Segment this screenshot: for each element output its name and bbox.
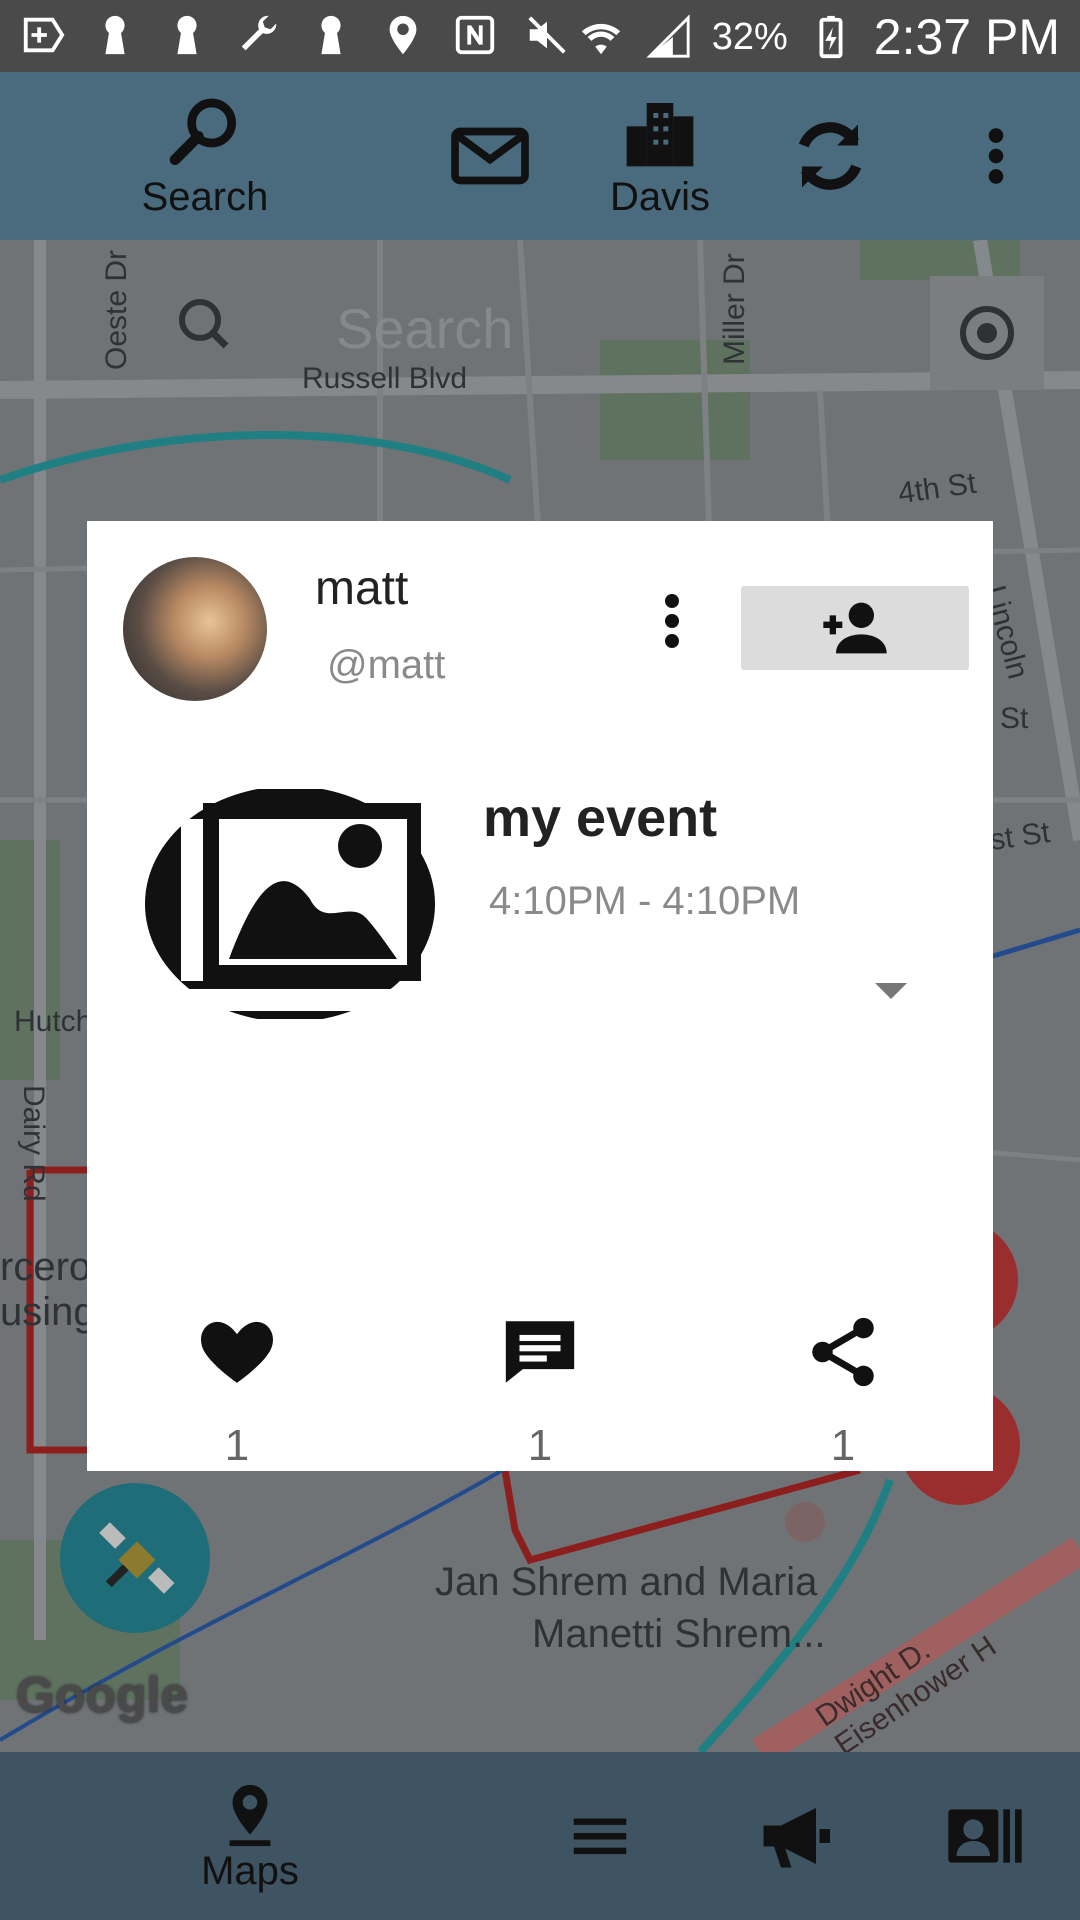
- nav-announcements[interactable]: [745, 1752, 845, 1920]
- nav-maps[interactable]: Maps: [190, 1752, 310, 1920]
- wifi-icon: [576, 12, 626, 62]
- map-label-rcero: rcero: [0, 1245, 92, 1289]
- like-count: 1: [224, 1421, 250, 1470]
- search-icon: [169, 98, 237, 165]
- event-card: matt @matt my event 4:10PM - 4:10PM 1 1 …: [87, 521, 993, 1471]
- follow-button[interactable]: [741, 586, 969, 670]
- messages-button[interactable]: [440, 72, 540, 240]
- image-placeholder-icon: [145, 786, 435, 1022]
- city-button[interactable]: Davis: [610, 72, 710, 240]
- more-vert-icon: [665, 594, 679, 648]
- signal-icon: [644, 12, 694, 62]
- search-label: Search: [141, 174, 269, 219]
- map-label-st: St: [1000, 702, 1029, 735]
- location-pin-icon: [378, 10, 428, 60]
- city-icon: [626, 102, 694, 166]
- battery-charging-icon: [806, 12, 856, 62]
- map-search-input[interactable]: Search: [336, 296, 513, 361]
- add-box-icon: [18, 10, 68, 60]
- share-action[interactable]: 1: [783, 1311, 903, 1471]
- keyhole-icon: [162, 10, 212, 60]
- map-label-using: using: [0, 1290, 96, 1334]
- more-options-button[interactable]: [966, 72, 1026, 240]
- like-action[interactable]: 1: [177, 1311, 297, 1471]
- card-more-button[interactable]: [657, 591, 687, 651]
- event-title[interactable]: my event: [483, 787, 717, 849]
- comment-icon: [505, 1321, 575, 1383]
- search-button[interactable]: Search: [130, 72, 280, 240]
- event-image[interactable]: [145, 786, 435, 1022]
- share-icon: [812, 1317, 874, 1387]
- event-time: 4:10PM - 4:10PM: [489, 879, 801, 923]
- map-label-russell: Russell Blvd: [302, 362, 468, 395]
- user-handle: @matt: [327, 643, 446, 687]
- satellite-icon: [99, 1522, 175, 1594]
- map-label-dairy: Dairy Rd: [17, 1085, 50, 1202]
- top-app-bar: Search Davis: [0, 72, 1080, 240]
- megaphone-icon: [763, 1808, 830, 1868]
- heart-icon: [201, 1321, 273, 1383]
- nav-contacts[interactable]: [940, 1752, 1030, 1920]
- keyhole-icon: [90, 10, 140, 60]
- username[interactable]: matt: [315, 561, 408, 616]
- battery-percent: 32%: [711, 15, 788, 58]
- contact-list-icon: [948, 1809, 1022, 1863]
- clock: 2:37 PM: [873, 9, 1060, 65]
- bottom-nav-bar: Maps: [0, 1752, 1080, 1920]
- nfc-icon: [450, 10, 500, 60]
- satellite-button[interactable]: [60, 1483, 210, 1633]
- map-label-manetti-shrem: Manetti Shrem...: [532, 1612, 826, 1656]
- status-icons-left: [18, 10, 572, 60]
- menu-icon: [573, 1818, 627, 1855]
- status-bar: 32% 2:37 PM: [0, 0, 1080, 72]
- keyhole-icon: [306, 10, 356, 60]
- mute-icon: [522, 10, 572, 60]
- share-count: 1: [830, 1421, 856, 1470]
- nav-menu[interactable]: [560, 1752, 640, 1920]
- avatar[interactable]: [123, 557, 267, 701]
- google-logo: Google: [16, 1667, 189, 1723]
- map-label-oeste: Oeste Dr: [100, 249, 133, 370]
- comment-count: 1: [527, 1421, 553, 1470]
- refresh-button[interactable]: [780, 72, 880, 240]
- nav-maps-label: Maps: [201, 1848, 299, 1893]
- wrench-icon: [234, 10, 284, 60]
- map-label-jan-shrem: Jan Shrem and Maria: [435, 1560, 818, 1604]
- map-label-miller: Miller Dr: [718, 253, 751, 365]
- refresh-icon: [798, 122, 862, 190]
- status-icons-right: 32% 2:37 PM: [576, 8, 1060, 66]
- city-label: Davis: [609, 174, 711, 219]
- expand-chevron-icon[interactable]: [875, 983, 907, 999]
- comment-action[interactable]: 1: [480, 1311, 600, 1471]
- map-label-hutch: Hutch: [14, 1005, 93, 1038]
- location-pin-icon: [229, 1784, 271, 1846]
- mail-icon: [451, 127, 529, 185]
- add-person-icon: [823, 602, 887, 654]
- more-vert-icon: [988, 128, 1004, 184]
